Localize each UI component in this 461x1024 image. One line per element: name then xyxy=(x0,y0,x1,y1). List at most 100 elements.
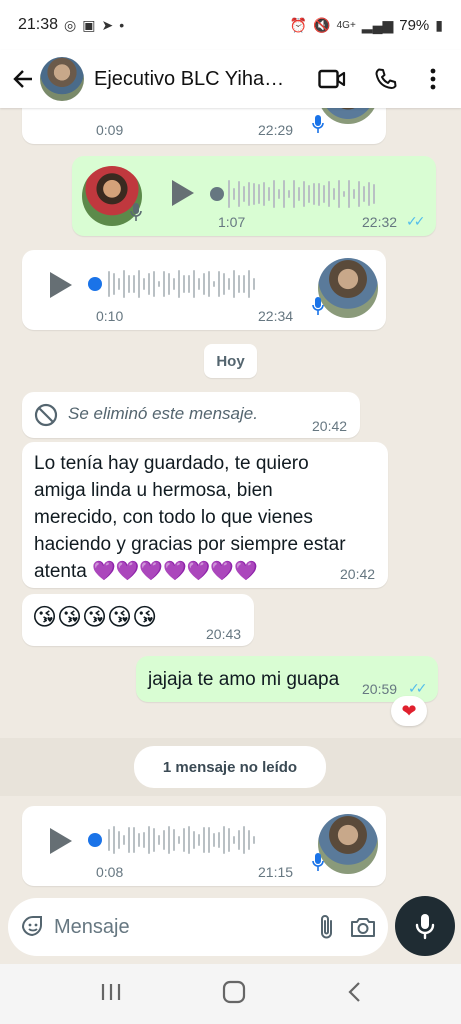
recent-apps-icon[interactable] xyxy=(100,982,122,1007)
waveform-bar xyxy=(253,183,255,205)
waveform-bar xyxy=(253,277,255,291)
microphone-icon xyxy=(130,202,142,227)
contact-name[interactable]: Ejecutivo BLC Yiha… xyxy=(94,68,305,91)
waveform-bar xyxy=(138,832,140,848)
voice-progress-dot[interactable] xyxy=(210,187,224,201)
waveform-bar xyxy=(218,831,220,849)
waveform-bar xyxy=(343,190,345,198)
waveform-bar xyxy=(228,828,230,852)
message-line: haciendo y gracias por siempre estar xyxy=(34,534,346,555)
message-line: amiga linda u hermosa, bien xyxy=(34,480,273,501)
play-button[interactable] xyxy=(50,828,72,854)
waveform-bar xyxy=(173,829,175,851)
chat-area[interactable]: 0:09 22:29 1:07 22:32 ✓✓ 0:10 22:34 Hoy xyxy=(0,108,461,890)
system-nav-bar xyxy=(0,964,461,1024)
voice-waveform[interactable] xyxy=(108,269,255,299)
voice-message-outgoing[interactable]: 1:07 22:32 ✓✓ xyxy=(72,156,436,236)
waveform-bar xyxy=(273,180,275,208)
waveform-bar xyxy=(298,187,300,201)
play-button[interactable] xyxy=(50,272,72,298)
waveform-bar xyxy=(238,180,240,208)
heart-reaction-icon[interactable]: ❤ xyxy=(391,696,427,726)
microphone-icon xyxy=(312,114,324,139)
waveform-bar xyxy=(168,826,170,854)
waveform-bar xyxy=(203,827,205,853)
waveform-bar xyxy=(178,270,180,298)
waveform-bar xyxy=(358,180,360,208)
voice-progress-dot[interactable] xyxy=(88,833,102,847)
waveform-bar xyxy=(223,272,225,296)
voice-waveform[interactable] xyxy=(108,825,255,855)
waveform-bar xyxy=(198,833,200,847)
read-ticks-icon: ✓✓ xyxy=(406,213,426,229)
gallery-notification-icon: ▣ xyxy=(82,16,96,33)
more-vert-icon[interactable] xyxy=(413,59,453,99)
voice-message-incoming[interactable]: 0:08 21:15 xyxy=(22,806,386,886)
message-time: 20:59 xyxy=(362,681,398,697)
video-call-icon[interactable] xyxy=(305,59,359,99)
waveform-bar xyxy=(243,185,245,203)
waveform-bar xyxy=(238,274,240,294)
home-icon[interactable] xyxy=(222,980,246,1009)
waveform-bar xyxy=(303,181,305,207)
waveform-bar xyxy=(108,271,110,297)
emoji-message-incoming[interactable]: 😘😘😘😘😘 20:43 xyxy=(22,594,254,646)
paperclip-icon[interactable] xyxy=(319,912,335,942)
waveform-bar xyxy=(313,182,315,205)
arrow-back-icon[interactable] xyxy=(8,64,38,94)
voice-message-incoming[interactable]: 0:10 22:34 xyxy=(22,250,386,330)
waveform-bar xyxy=(353,188,355,200)
waveform-bar xyxy=(168,272,170,296)
waveform-bar xyxy=(133,826,135,854)
message-input[interactable] xyxy=(54,915,319,939)
waveform-bar xyxy=(218,271,220,297)
date-separator: Hoy xyxy=(204,344,257,378)
waveform-bar xyxy=(253,835,255,845)
back-nav-icon[interactable] xyxy=(347,981,361,1008)
microphone-icon xyxy=(312,296,324,321)
waveform-bar xyxy=(328,181,330,207)
sender-voice-avatar xyxy=(318,258,378,318)
voice-progress-dot[interactable] xyxy=(88,277,102,291)
waveform-bar xyxy=(148,272,150,296)
waveform-bar xyxy=(143,277,145,291)
waveform-bar xyxy=(138,270,140,298)
message-time: 20:43 xyxy=(206,626,242,642)
play-button[interactable] xyxy=(172,180,194,206)
text-message-outgoing[interactable]: jajaja te amo mi guapa 20:59 ✓✓ xyxy=(136,656,438,702)
read-ticks-icon: ✓✓ xyxy=(408,680,428,696)
battery-icon: ▮ xyxy=(435,16,443,33)
phone-icon[interactable] xyxy=(359,59,413,99)
waveform-bar xyxy=(208,826,210,854)
waveform-bar xyxy=(248,829,250,851)
deleted-message[interactable]: Se eliminó este mensaje. 20:42 xyxy=(22,392,360,438)
waveform-bar xyxy=(188,275,190,293)
message-line: Lo tenía hay guardado, te quiero xyxy=(34,453,309,474)
message-time: 22:34 xyxy=(258,308,294,324)
waveform-bar xyxy=(248,182,250,206)
message-input-box[interactable] xyxy=(8,898,388,956)
message-text: Lo tenía hay guardado, te quiero amiga l… xyxy=(34,450,346,585)
waveform-bar xyxy=(148,826,150,854)
waveform-bar xyxy=(123,834,125,846)
waveform-bar xyxy=(203,272,205,296)
waveform-bar xyxy=(243,275,245,293)
waveform-bar xyxy=(163,830,165,850)
waveform-bar xyxy=(213,280,215,288)
text-message-incoming[interactable]: Lo tenía hay guardado, te quiero amiga l… xyxy=(22,442,388,588)
camera-icon[interactable] xyxy=(349,912,377,942)
waveform-bar xyxy=(213,833,215,847)
waveform-bar xyxy=(143,832,145,848)
voice-message-incoming[interactable]: 0:09 22:29 xyxy=(22,108,386,144)
sticker-icon[interactable] xyxy=(20,912,46,942)
chat-header: Ejecutivo BLC Yiha… xyxy=(0,50,461,108)
mute-icon: 🔇 xyxy=(313,16,331,33)
microphone-icon[interactable] xyxy=(395,896,455,956)
waveform-bar xyxy=(193,831,195,849)
waveform-bar xyxy=(233,270,235,298)
waveform-bar xyxy=(318,182,320,206)
contact-avatar[interactable] xyxy=(40,57,84,101)
waveform-bar xyxy=(178,836,180,844)
sender-voice-avatar xyxy=(318,108,378,124)
voice-waveform[interactable] xyxy=(228,179,375,209)
